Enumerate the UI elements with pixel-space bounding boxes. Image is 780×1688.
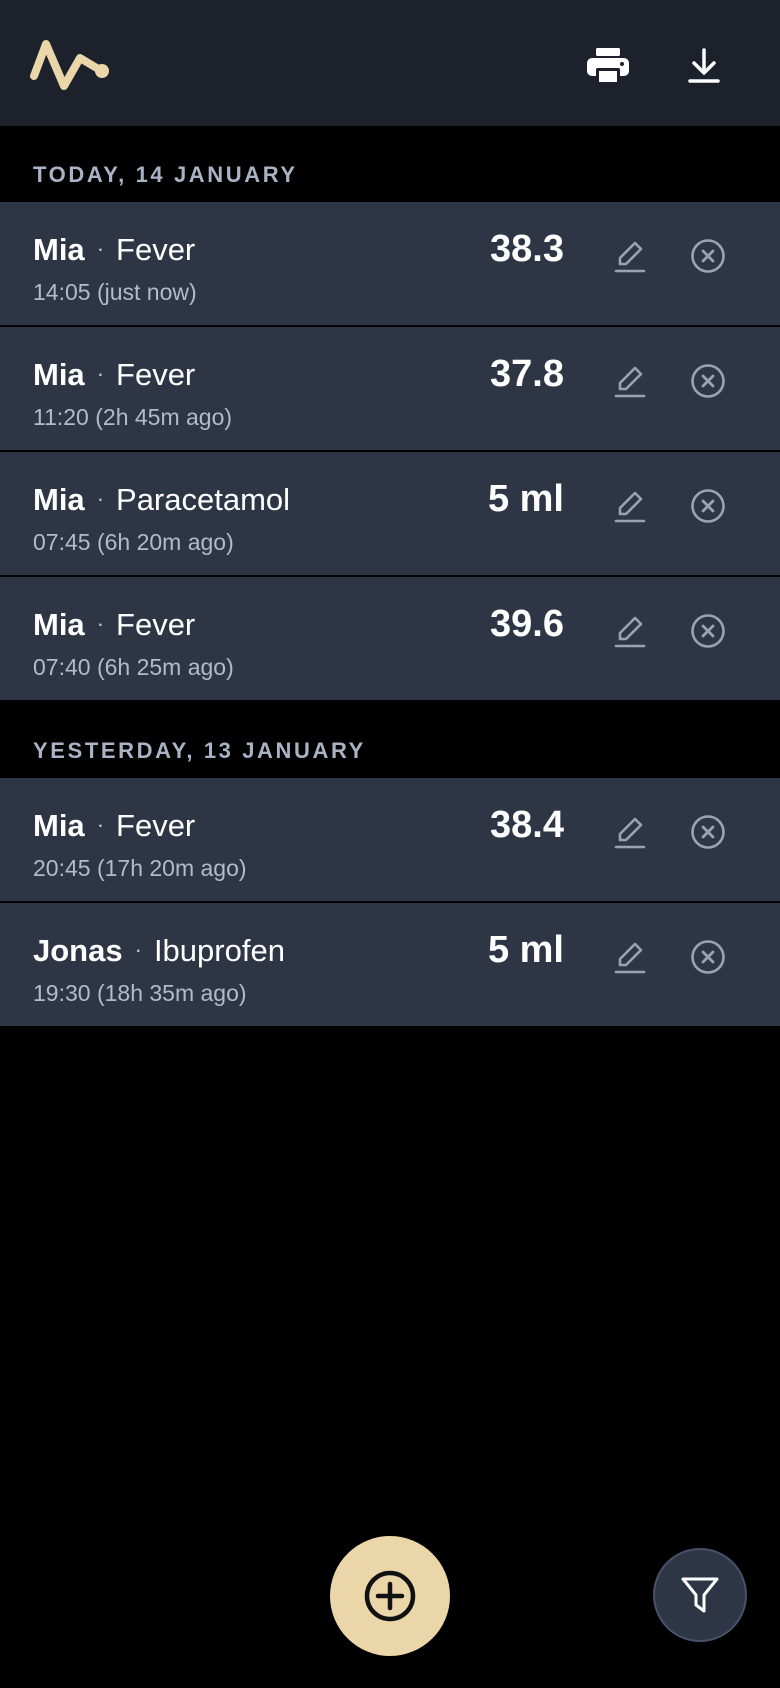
entry-person: Mia	[33, 482, 85, 517]
list-item[interactable]: Mia · Paracetamol 07:45 (6h 20m ago) 5 ml	[0, 452, 780, 575]
edit-button[interactable]	[608, 810, 652, 854]
entry-person: Mia	[33, 357, 85, 392]
edit-button[interactable]	[608, 359, 652, 403]
pencil-icon	[614, 491, 646, 523]
entry-time: 07:45 (6h 20m ago)	[33, 529, 234, 555]
delete-button[interactable]	[686, 810, 730, 854]
list-item[interactable]: Mia · Fever 14:05 (just now) 38.3	[0, 202, 780, 325]
print-button[interactable]	[580, 38, 636, 94]
list-item[interactable]: Mia · Fever 11:20 (2h 45m ago) 37.8	[0, 327, 780, 450]
entry-time: 07:40 (6h 25m ago)	[33, 654, 234, 680]
close-circle-icon	[691, 940, 725, 974]
edit-button[interactable]	[608, 234, 652, 278]
pencil-icon	[614, 817, 646, 849]
entry-person: Mia	[33, 808, 85, 843]
pulse-line-logo	[30, 40, 109, 90]
entry-value: 5 ml	[487, 478, 564, 520]
plus-circle-icon	[364, 1570, 416, 1622]
close-circle-icon	[691, 239, 725, 273]
edit-button[interactable]	[608, 484, 652, 528]
entry-time: 19:30 (18h 35m ago)	[33, 980, 247, 1006]
printer-icon	[587, 48, 629, 84]
entry-person: Mia	[33, 607, 85, 642]
entry-value: 39.6	[490, 603, 564, 645]
pencil-icon	[614, 366, 646, 398]
close-circle-icon	[691, 364, 725, 398]
entry-separator: ·	[96, 236, 105, 261]
pencil-icon	[614, 241, 646, 273]
delete-button[interactable]	[686, 484, 730, 528]
entry-value: 38.3	[490, 228, 564, 270]
delete-button[interactable]	[686, 609, 730, 653]
delete-button[interactable]	[686, 359, 730, 403]
list-item[interactable]: Mia · Fever 20:45 (17h 20m ago) 38.4	[0, 778, 780, 901]
entry-title: Mia · Fever	[33, 810, 195, 841]
entry-type: Fever	[116, 808, 196, 843]
close-circle-icon	[691, 815, 725, 849]
entry-title: Mia · Fever	[33, 234, 195, 265]
entry-value: 37.8	[490, 353, 564, 395]
entry-value: 5 ml	[487, 929, 564, 971]
list-item[interactable]: Jonas · Ibuprofen 19:30 (18h 35m ago) 5 ml	[0, 903, 780, 1026]
entry-title: Jonas · Ibuprofen	[33, 935, 285, 966]
pencil-icon	[614, 616, 646, 648]
edit-button[interactable]	[608, 609, 652, 653]
list-item[interactable]: Mia · Fever 07:40 (6h 25m ago) 39.6	[0, 577, 780, 700]
filter-button[interactable]	[653, 1548, 747, 1642]
entry-separator: ·	[96, 812, 105, 837]
download-button[interactable]	[676, 38, 732, 94]
entry-title: Mia · Fever	[33, 359, 195, 390]
entry-type: Fever	[116, 607, 196, 642]
entry-time: 11:20 (2h 45m ago)	[33, 404, 233, 430]
entry-type: Fever	[116, 232, 196, 267]
delete-button[interactable]	[686, 935, 730, 979]
entry-type: Paracetamol	[116, 482, 291, 517]
delete-button[interactable]	[686, 234, 730, 278]
entry-separator: ·	[96, 611, 105, 636]
entry-title: Mia · Paracetamol	[33, 484, 290, 515]
entry-type: Ibuprofen	[153, 933, 285, 968]
entry-person: Mia	[33, 232, 85, 267]
entry-value: 38.4	[490, 804, 564, 846]
entry-time: 14:05 (just now)	[33, 279, 197, 305]
entry-separator: ·	[96, 486, 105, 511]
close-circle-icon	[691, 614, 725, 648]
entry-person: Jonas	[33, 933, 123, 968]
top-app-bar	[0, 0, 780, 126]
edit-button[interactable]	[608, 935, 652, 979]
download-icon	[688, 48, 720, 83]
entry-separator: ·	[96, 361, 105, 386]
pencil-icon	[614, 942, 646, 974]
filter-icon	[681, 1577, 719, 1613]
section-header-today: TODAY, 14 JANUARY	[33, 162, 298, 187]
add-entry-button[interactable]	[330, 1536, 450, 1656]
close-circle-icon	[691, 489, 725, 523]
entry-title: Mia · Fever	[33, 609, 195, 640]
section-header-yesterday: YESTERDAY, 13 JANUARY	[33, 738, 366, 763]
entry-time: 20:45 (17h 20m ago)	[33, 855, 247, 881]
entry-type: Fever	[116, 357, 196, 392]
entry-separator: ·	[134, 937, 142, 962]
